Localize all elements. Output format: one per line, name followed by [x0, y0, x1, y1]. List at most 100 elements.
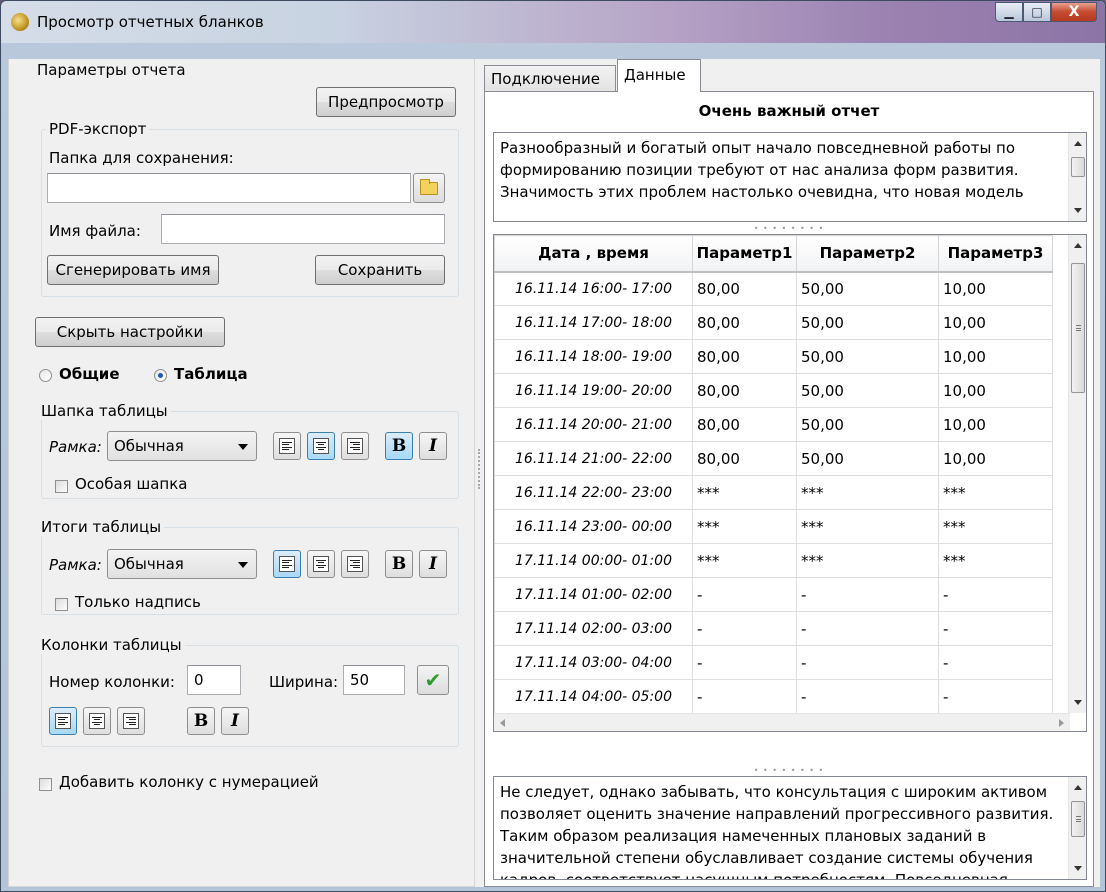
cell-param1[interactable]: ***: [692, 543, 797, 578]
table-row[interactable]: 17.11.14 03:00- 04:00- - -: [494, 645, 1053, 680]
close-button[interactable]: X: [1051, 2, 1097, 22]
hide-settings-button[interactable]: Скрыть настройки: [35, 317, 225, 347]
cell-datetime[interactable]: 16.11.14 21:00- 22:00: [494, 441, 693, 476]
cell-param3[interactable]: ***: [938, 509, 1053, 544]
report-bottom-text[interactable]: Не следует, однако забывать, что консуль…: [493, 776, 1087, 880]
cell-param2[interactable]: 50,00: [796, 407, 939, 442]
grid-horizontal-scrollbar[interactable]: [494, 713, 1070, 731]
cell-datetime[interactable]: 16.11.14 23:00- 00:00: [494, 509, 693, 544]
cell-param3[interactable]: -: [938, 645, 1053, 680]
cell-param1[interactable]: 80,00: [692, 407, 797, 442]
tab-connection[interactable]: Подключение: [484, 65, 616, 91]
header-align-center-button[interactable]: [307, 432, 335, 460]
cell-datetime[interactable]: 16.11.14 20:00- 21:00: [494, 407, 693, 442]
cell-param2[interactable]: -: [796, 645, 939, 680]
cell-param1[interactable]: -: [692, 645, 797, 680]
header-align-right-button[interactable]: [341, 432, 369, 460]
cell-datetime[interactable]: 16.11.14 17:00- 18:00: [494, 305, 693, 340]
cell-param1[interactable]: -: [692, 577, 797, 612]
table-row[interactable]: 16.11.14 17:00- 18:00 80,00 50,00 10,00: [494, 305, 1053, 340]
top-text-scrollbar[interactable]: [1068, 133, 1086, 221]
mode-table-label[interactable]: Таблица: [174, 365, 248, 383]
special-header-checkbox[interactable]: [55, 480, 68, 493]
cell-param1[interactable]: 80,00: [692, 441, 797, 476]
report-top-text[interactable]: Разнообразный и богатый опыт начало повс…: [493, 132, 1087, 222]
cell-param1[interactable]: -: [692, 611, 797, 646]
column-header-param1[interactable]: Параметр1: [692, 235, 797, 273]
table-row[interactable]: 16.11.14 22:00- 23:00 *** *** ***: [494, 475, 1053, 510]
cell-param1[interactable]: 80,00: [692, 271, 797, 306]
cell-param3[interactable]: 10,00: [938, 441, 1053, 476]
column-align-center-button[interactable]: [83, 707, 111, 735]
cell-param3[interactable]: 10,00: [938, 271, 1053, 306]
column-align-right-button[interactable]: [117, 707, 145, 735]
panel-splitter[interactable]: [478, 449, 480, 489]
mode-table-radio[interactable]: [154, 369, 167, 382]
column-header-datetime[interactable]: Дата , время: [494, 235, 693, 273]
scroll-thumb[interactable]: [1071, 801, 1085, 837]
totals-align-center-button[interactable]: [307, 550, 335, 578]
table-row[interactable]: 16.11.14 19:00- 20:00 80,00 50,00 10,00: [494, 373, 1053, 408]
column-align-left-button[interactable]: [49, 707, 77, 735]
column-bold-button[interactable]: B: [187, 707, 215, 735]
cell-param2[interactable]: -: [796, 577, 939, 612]
table-row[interactable]: 16.11.14 16:00- 17:00 80,00 50,00 10,00: [494, 271, 1053, 306]
cell-datetime[interactable]: 17.11.14 02:00- 03:00: [494, 611, 693, 646]
maximize-button[interactable]: □: [1023, 2, 1051, 22]
cell-datetime[interactable]: 17.11.14 03:00- 04:00: [494, 645, 693, 680]
table-row[interactable]: 17.11.14 01:00- 02:00- - -: [494, 577, 1053, 612]
generate-name-button[interactable]: Сгенерировать имя: [47, 255, 219, 285]
scroll-thumb[interactable]: [1071, 157, 1085, 177]
top-splitter[interactable]: • • • • • • • •: [485, 225, 1093, 233]
browse-folder-button[interactable]: [413, 173, 445, 203]
only-caption-label[interactable]: Только надпись: [75, 593, 201, 611]
table-row[interactable]: 16.11.14 20:00- 21:00 80,00 50,00 10,00: [494, 407, 1053, 442]
cell-param2[interactable]: ***: [796, 475, 939, 510]
cell-param3[interactable]: 10,00: [938, 339, 1053, 374]
cell-datetime[interactable]: 16.11.14 22:00- 23:00: [494, 475, 693, 510]
bottom-splitter[interactable]: • • • • • • • •: [485, 767, 1093, 775]
table-row[interactable]: 16.11.14 21:00- 22:00 80,00 50,00 10,00: [494, 441, 1053, 476]
table-row[interactable]: 16.11.14 23:00- 00:00 *** *** ***: [494, 509, 1053, 544]
only-caption-checkbox[interactable]: [55, 598, 68, 611]
totals-align-left-button[interactable]: [273, 550, 301, 578]
apply-column-button[interactable]: ✔: [417, 665, 449, 695]
cell-datetime[interactable]: 17.11.14 01:00- 02:00: [494, 577, 693, 612]
cell-datetime[interactable]: 16.11.14 18:00- 19:00: [494, 339, 693, 374]
title-bar[interactable]: Просмотр отчетных бланков ▁ □ X: [1, 1, 1105, 43]
cell-datetime[interactable]: 16.11.14 16:00- 17:00: [494, 271, 693, 306]
cell-param3[interactable]: -: [938, 611, 1053, 646]
header-bold-button[interactable]: B: [385, 432, 413, 460]
totals-italic-button[interactable]: I: [419, 550, 447, 578]
mode-general-radio[interactable]: [39, 369, 52, 382]
cell-param2[interactable]: 50,00: [796, 441, 939, 476]
table-row[interactable]: 16.11.14 18:00- 19:00 80,00 50,00 10,00: [494, 339, 1053, 374]
totals-align-right-button[interactable]: [341, 550, 369, 578]
cell-param2[interactable]: 50,00: [796, 305, 939, 340]
cell-param2[interactable]: ***: [796, 543, 939, 578]
grid-vertical-scrollbar[interactable]: [1068, 235, 1086, 713]
totals-bold-button[interactable]: B: [385, 550, 413, 578]
table-row[interactable]: 17.11.14 04:00- 05:00- - -: [494, 679, 1053, 714]
header-align-left-button[interactable]: [273, 432, 301, 460]
cell-param2[interactable]: 50,00: [796, 271, 939, 306]
add-numbering-label[interactable]: Добавить колонку с нумерацией: [59, 773, 319, 791]
cell-param3[interactable]: 10,00: [938, 373, 1053, 408]
header-italic-button[interactable]: I: [419, 432, 447, 460]
minimize-button[interactable]: ▁: [995, 2, 1023, 22]
cell-datetime[interactable]: 17.11.14 00:00- 01:00: [494, 543, 693, 578]
column-number-input[interactable]: 0: [187, 665, 241, 695]
column-header-param3[interactable]: Параметр3: [938, 235, 1053, 273]
cell-param2[interactable]: -: [796, 611, 939, 646]
column-header-param2[interactable]: Параметр2: [796, 235, 939, 273]
add-numbering-checkbox[interactable]: [39, 778, 52, 791]
cell-datetime[interactable]: 16.11.14 19:00- 20:00: [494, 373, 693, 408]
filename-input[interactable]: [161, 214, 445, 244]
cell-param1[interactable]: ***: [692, 509, 797, 544]
column-width-input[interactable]: 50: [343, 665, 405, 695]
totals-frame-select[interactable]: Обычная: [107, 549, 257, 579]
tab-data[interactable]: Данные: [617, 59, 701, 92]
header-frame-select[interactable]: Обычная: [107, 431, 257, 461]
mode-general-label[interactable]: Общие: [59, 365, 120, 383]
cell-param3[interactable]: ***: [938, 475, 1053, 510]
